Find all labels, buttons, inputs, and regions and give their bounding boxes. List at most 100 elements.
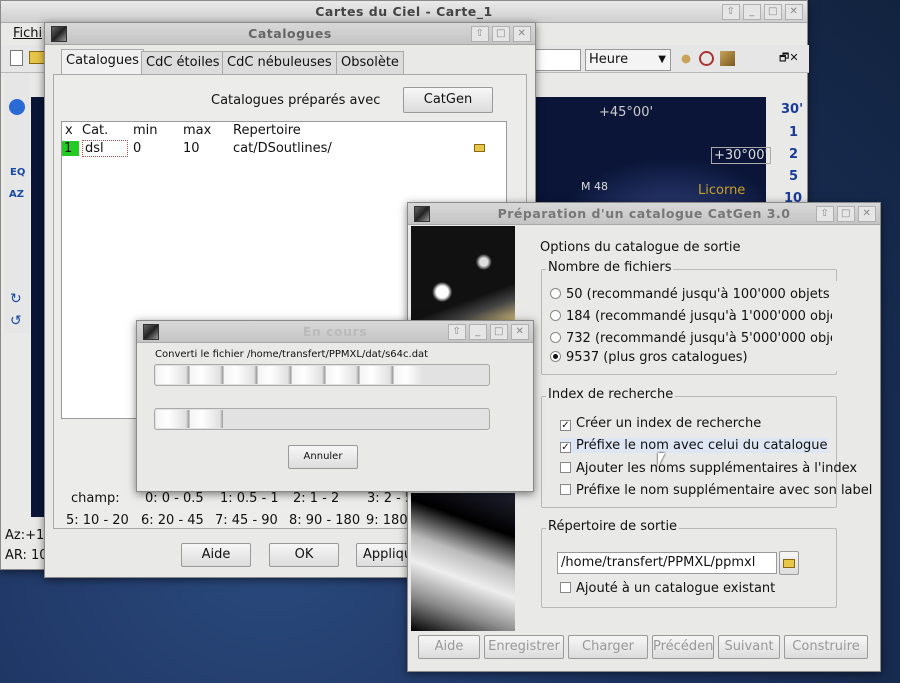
compass-icon[interactable]: [9, 99, 25, 115]
check-prefix-name[interactable]: ✓ Préfixe le nom avec celui du catalogue: [560, 438, 828, 453]
undo-icon[interactable]: ↺: [10, 313, 22, 329]
row-dir-cell[interactable]: cat/DSoutlines/: [233, 141, 332, 156]
check-add-names[interactable]: Ajouter les noms supplémentaires à l'ind…: [560, 461, 857, 476]
minimize-icon[interactable]: _: [469, 324, 487, 340]
champ-2: 2: 1 - 2: [293, 491, 340, 506]
minimize-icon[interactable]: _: [743, 4, 761, 20]
maximize-icon[interactable]: □: [764, 4, 782, 20]
check-create-index-label: Créer un index de recherche: [576, 416, 762, 431]
champ-label: champ:: [71, 491, 120, 506]
folder-icon[interactable]: [474, 144, 485, 152]
shade-icon[interactable]: ⇧: [471, 26, 489, 42]
output-dir-field[interactable]: /home/transfert/PPMXL/ppmxl: [557, 552, 777, 574]
tab-obsolete[interactable]: Obsolète: [336, 51, 404, 74]
side-image-bottom: [411, 493, 515, 631]
row-index-cell[interactable]: 1: [62, 141, 79, 156]
telescope-icon[interactable]: [679, 51, 693, 67]
index-group-title: Index de recherche: [546, 387, 676, 402]
rotate-icon[interactable]: ↻: [10, 291, 22, 307]
tab-catalogues[interactable]: Catalogues: [61, 49, 144, 74]
check-create-index[interactable]: ✓ Créer un index de recherche: [560, 416, 761, 431]
app-icon: [414, 206, 430, 222]
shade-icon[interactable]: ⇧: [448, 324, 466, 340]
progress-title: En cours: [302, 324, 368, 339]
sky-label-m48: M 48: [581, 180, 608, 193]
ruler-label-3: 5: [789, 169, 799, 184]
check-append-box[interactable]: [560, 582, 571, 593]
close-icon[interactable]: ✕: [858, 206, 876, 222]
check-prefix-label[interactable]: Préfixe le nom supplémentaire avec son l…: [560, 483, 872, 498]
radio-184[interactable]: 184 (recommandé jusqu'à 1'000'000 obje: [550, 309, 838, 324]
check-prefix-name-label: Préfixe le nom avec celui du catalogue: [576, 438, 828, 453]
col-min: min: [133, 123, 158, 138]
shade-icon[interactable]: ⇧: [722, 4, 740, 20]
catgen-aide-button[interactable]: Aide: [418, 635, 480, 659]
check-append[interactable]: Ajouté à un catalogue existant: [560, 581, 775, 596]
float-icon[interactable]: 🗗✕: [779, 49, 799, 68]
menu-fichier[interactable]: Fichi: [13, 26, 42, 41]
ruler-label-2: 2: [789, 147, 799, 162]
close-icon[interactable]: ✕: [511, 324, 529, 340]
catalogues-titlebar[interactable]: Catalogues ⇧ □ ✕: [45, 23, 535, 45]
radio-184-label: 184 (recommandé jusqu'à 1'000'000 obje: [566, 309, 838, 324]
check-create-index-box[interactable]: ✓: [560, 420, 571, 431]
row-cat-cell[interactable]: dsl: [82, 140, 128, 157]
output-dir-value: /home/transfert/PPMXL/ppmxl: [561, 555, 756, 570]
close-icon[interactable]: ✕: [785, 4, 803, 20]
radio-50-button[interactable]: [550, 288, 561, 299]
prepared-label: Catalogues préparés avec: [211, 93, 381, 108]
enregistrer-button[interactable]: Enregistrer: [484, 635, 564, 659]
radio-9537[interactable]: 9537 (plus gros catalogues): [550, 350, 748, 365]
maximize-icon[interactable]: □: [490, 324, 508, 340]
crosshair-icon[interactable]: [699, 51, 714, 66]
champ-8: 8: 90 - 180: [289, 513, 361, 528]
az-mode-icon[interactable]: AZ: [9, 189, 24, 200]
progress-bar-file: [154, 364, 490, 386]
row-max-cell[interactable]: 10: [183, 141, 200, 156]
check-prefix-label-box[interactable]: [560, 484, 571, 495]
progress-message: Converti le fichier /home/transfert/PPMX…: [155, 349, 429, 360]
progress-titlebar[interactable]: En cours ⇧ _ □ ✕: [137, 321, 533, 343]
time-combo[interactable]: Heure ▼: [585, 49, 671, 71]
tab-cdc-nebuleuses[interactable]: CdC nébuleuses: [222, 51, 337, 74]
radio-50[interactable]: 50 (recommandé jusqu'à 100'000 objets: [550, 287, 830, 302]
radio-732[interactable]: 732 (recommandé jusqu'à 5'000'000 obje: [550, 331, 838, 346]
radio-9537-button[interactable]: [550, 351, 561, 362]
search-text-field[interactable]: [533, 49, 581, 71]
radio-184-button[interactable]: [550, 310, 561, 321]
charger-button[interactable]: Charger: [568, 635, 648, 659]
main-window-title: Cartes du Ciel - Carte_1: [315, 4, 493, 19]
folder-icon: [783, 559, 795, 568]
maximize-icon[interactable]: □: [837, 206, 855, 222]
eq-mode-icon[interactable]: EQ: [10, 167, 25, 178]
construire-button[interactable]: Construire le: [784, 635, 868, 659]
ok-button[interactable]: OK: [269, 543, 339, 567]
shade-icon[interactable]: ⇧: [816, 206, 834, 222]
main-window-titlebar[interactable]: Cartes du Ciel - Carte_1 ⇧ _ □ ✕: [1, 1, 807, 23]
catalogues-title: Catalogues: [248, 26, 332, 41]
catgen-title: Préparation d'un catalogue CatGen 3.0: [497, 206, 791, 221]
progress-dialog: En cours ⇧ _ □ ✕ Converti le fichier /home/…: [136, 320, 534, 492]
progress-bar-total-fill: [156, 410, 223, 428]
radio-732-button[interactable]: [550, 332, 561, 343]
champ-9: 9: 180: [366, 513, 408, 528]
close-icon[interactable]: ✕: [513, 26, 531, 42]
aide-button[interactable]: Aide: [181, 543, 251, 567]
row-min-cell[interactable]: 0: [133, 141, 141, 156]
champ-0: 0: 0 - 0.5: [145, 491, 204, 506]
champ-5: 5: 10 - 20: [66, 513, 129, 528]
tab-cdc-etoiles[interactable]: CdC étoiles: [141, 51, 225, 74]
browse-folder-button[interactable]: [779, 551, 799, 575]
maximize-icon[interactable]: □: [492, 26, 510, 42]
files-group-mask: [832, 281, 880, 371]
open-folder-icon[interactable]: [29, 51, 45, 64]
tools-icon[interactable]: [720, 51, 735, 66]
catgen-titlebar[interactable]: Préparation d'un catalogue CatGen 3.0 ⇧ □…: [408, 203, 880, 225]
check-prefix-name-box[interactable]: ✓: [560, 442, 571, 453]
new-file-icon[interactable]: [10, 50, 23, 66]
precedent-button[interactable]: Précéden: [652, 635, 714, 659]
check-add-names-box[interactable]: [560, 462, 571, 473]
suivant-button[interactable]: Suivant >: [718, 635, 780, 659]
annuler-button[interactable]: Annuler: [288, 445, 358, 469]
catgen-button[interactable]: CatGen: [403, 87, 493, 113]
